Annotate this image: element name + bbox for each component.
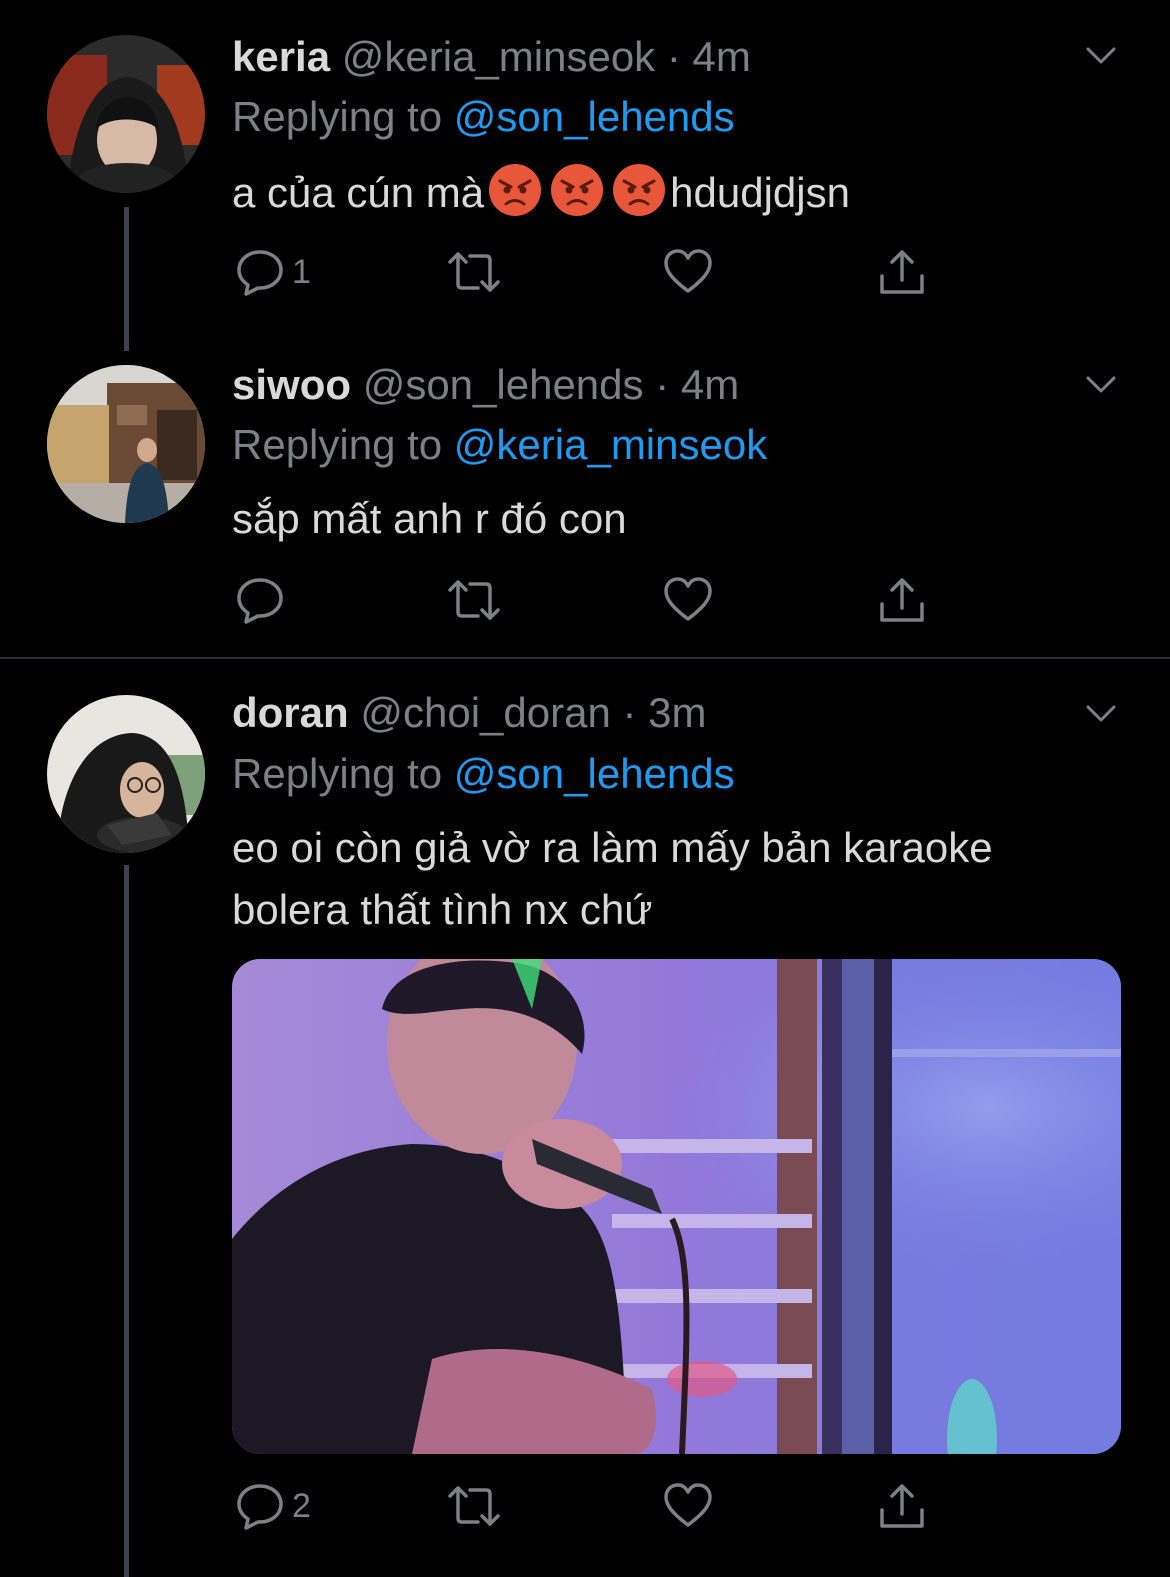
heart-icon <box>664 577 712 621</box>
tweet-text-line: eo oi còn giả vờ ra làm mấy bản karaoke <box>232 824 993 871</box>
mention-link[interactable]: @son_lehends <box>454 750 735 797</box>
tweet-header: keria @keria_minseok · 4m <box>232 32 751 82</box>
tweet-photo[interactable] <box>232 959 1121 1454</box>
reply-icon <box>237 250 283 296</box>
retweet-icon <box>448 252 500 292</box>
reply-button[interactable] <box>234 570 292 630</box>
replying-to: Replying to @son_lehends <box>232 749 735 799</box>
username[interactable]: @choi_doran <box>360 689 610 736</box>
share-icon <box>880 1484 924 1528</box>
replying-to-label: Replying to <box>232 421 443 468</box>
separator-dot: · <box>655 361 670 408</box>
reply-button[interactable]: 1 <box>234 242 311 302</box>
like-button[interactable] <box>662 242 714 302</box>
like-button[interactable] <box>662 570 714 630</box>
chevron-down-icon[interactable] <box>1086 704 1116 724</box>
share-icon <box>880 250 924 294</box>
tweet-text: eo oi còn giả vờ ra làm mấy bản karaoke … <box>232 820 993 938</box>
separator-dot: · <box>666 33 681 80</box>
heart-icon <box>664 249 712 293</box>
action-bar <box>232 570 952 630</box>
mention-link[interactable]: @keria_minseok <box>454 421 767 468</box>
chevron-down-icon[interactable] <box>1086 375 1116 395</box>
action-bar: 2 <box>232 1476 952 1536</box>
retweet-icon <box>448 580 500 620</box>
timestamp[interactable]: 3m <box>648 689 706 736</box>
tweet-text-line: bolera thất tình nx chứ <box>232 886 653 933</box>
share-icon <box>880 578 924 622</box>
angry-face-emoji-icon <box>613 164 666 216</box>
timestamp[interactable]: 4m <box>681 361 739 408</box>
reply-button[interactable]: 2 <box>234 1476 311 1536</box>
timestamp[interactable]: 4m <box>693 33 751 80</box>
tweet-text-part: a của cún mà <box>232 169 485 216</box>
tweet-keria[interactable]: keria @keria_minseok · 4m Replying to @s… <box>0 0 1170 351</box>
reply-icon <box>237 578 283 624</box>
retweet-button[interactable] <box>444 1476 504 1536</box>
retweet-button[interactable] <box>444 570 504 630</box>
separator-dot: · <box>622 689 637 736</box>
thread-line <box>124 207 129 351</box>
share-button[interactable] <box>876 570 928 630</box>
avatar[interactable] <box>47 35 205 193</box>
mention-link[interactable]: @son_lehends <box>454 93 735 140</box>
tweet-text: a của cún mà hdudjdjsn <box>232 163 850 221</box>
share-button[interactable] <box>876 1476 928 1536</box>
display-name[interactable]: siwoo <box>232 361 351 408</box>
tweet-siwoo[interactable]: siwoo @son_lehends · 4m Replying to @ker… <box>0 350 1170 655</box>
replying-to-label: Replying to <box>232 750 443 797</box>
replying-to: Replying to @keria_minseok <box>232 420 767 470</box>
thread-line <box>124 865 129 1577</box>
chevron-down-icon[interactable] <box>1086 46 1116 66</box>
username[interactable]: @keria_minseok <box>342 33 655 80</box>
avatar[interactable] <box>47 365 205 523</box>
angry-face-emoji-icon <box>551 164 604 216</box>
reply-count: 2 <box>292 1486 311 1525</box>
tweet-divider <box>0 657 1170 659</box>
avatar[interactable] <box>47 695 205 853</box>
reply-icon <box>237 1484 283 1530</box>
tweet-text: sắp mất anh r đó con <box>232 495 627 542</box>
replying-to: Replying to @son_lehends <box>232 92 735 142</box>
share-button[interactable] <box>876 242 928 302</box>
tweet-header: doran @choi_doran · 3m <box>232 688 707 738</box>
angry-face-emoji-icon <box>489 164 542 216</box>
retweet-button[interactable] <box>444 242 504 302</box>
tweet-text-part: hdudjdjsn <box>670 169 850 216</box>
like-button[interactable] <box>662 1476 714 1536</box>
retweet-icon <box>448 1486 500 1526</box>
username[interactable]: @son_lehends <box>363 361 644 408</box>
reply-count: 1 <box>292 252 311 291</box>
replying-to-label: Replying to <box>232 93 443 140</box>
tweet-header: siwoo @son_lehends · 4m <box>232 360 739 410</box>
display-name[interactable]: doran <box>232 689 349 736</box>
display-name[interactable]: keria <box>232 33 330 80</box>
heart-icon <box>664 1483 712 1527</box>
action-bar: 1 <box>232 242 952 302</box>
